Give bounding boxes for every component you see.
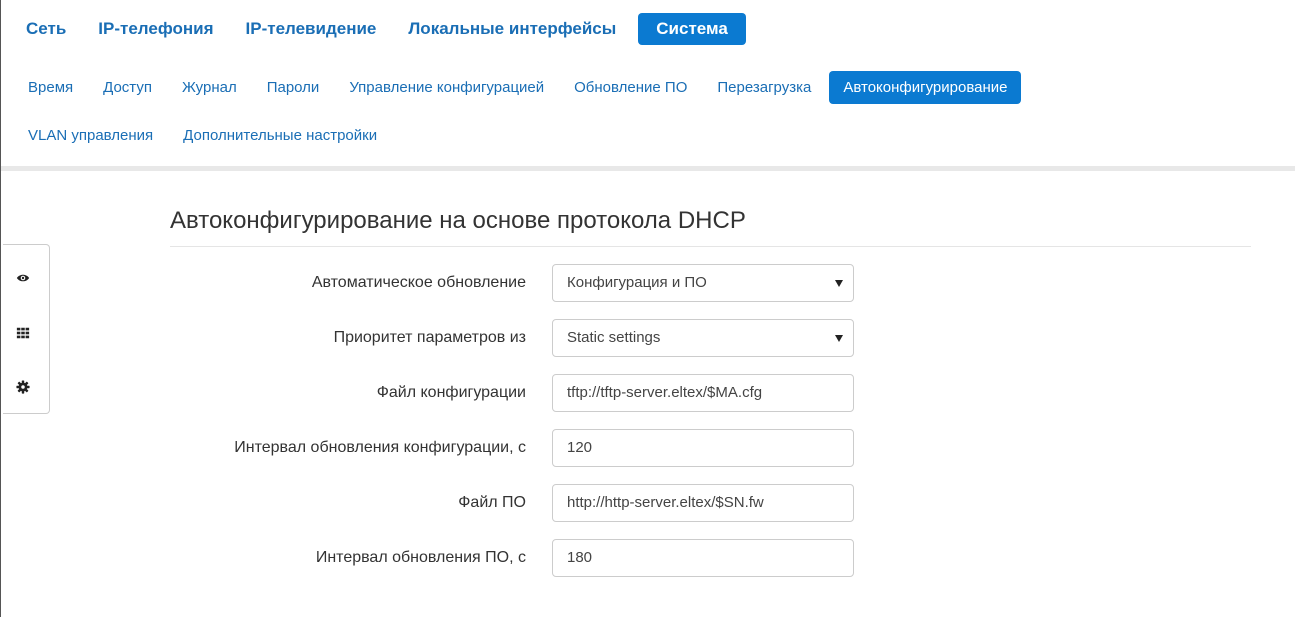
chevron-down-icon — [835, 335, 843, 342]
form-row-config-file: Файл конфигурации tftp://tftp-server.elt… — [0, 372, 860, 414]
form-row-fw-interval: Интервал обновления ПО, с 180 — [0, 537, 860, 579]
sub-nav-management-vlan[interactable]: VLAN управления — [16, 119, 165, 152]
top-nav: Сеть IP-телефония IP-телевидение Локальн… — [16, 10, 758, 48]
auto-update-value: Конфигурация и ПО — [567, 274, 707, 291]
chevron-down-icon — [835, 280, 843, 287]
sub-nav-time[interactable]: Время — [16, 71, 85, 104]
sub-nav-autoconfig[interactable]: Автоконфигурирование — [829, 71, 1022, 104]
page-left-border — [0, 0, 1, 617]
top-nav-local-interfaces[interactable]: Локальные интерфейсы — [398, 13, 626, 45]
fw-interval-label: Интервал обновления ПО, с — [315, 549, 526, 566]
auto-update-select[interactable]: Конфигурация и ПО — [552, 264, 854, 302]
section-title: Автоконфигурирование на основе протокола… — [170, 207, 746, 234]
sub-nav-reboot[interactable]: Перезагрузка — [705, 71, 823, 104]
top-nav-network[interactable]: Сеть — [16, 13, 76, 45]
sub-nav-row-1: Время Доступ Журнал Пароли Управление ко… — [16, 71, 1027, 104]
sub-nav-passwords[interactable]: Пароли — [255, 71, 332, 104]
sub-nav-log[interactable]: Журнал — [170, 71, 249, 104]
config-interval-label: Интервал обновления конфигурации, с — [234, 439, 526, 456]
top-nav-ip-telephony[interactable]: IP-телефония — [88, 13, 223, 45]
auto-update-label: Автоматическое обновление — [311, 274, 526, 291]
priority-value: Static settings — [567, 329, 661, 346]
sub-nav-access[interactable]: Доступ — [91, 71, 164, 104]
config-file-input[interactable]: tftp://tftp-server.eltex/$MA.cfg — [552, 374, 854, 412]
section-divider — [170, 246, 1251, 247]
sub-nav-row-2: VLAN управления Дополнительные настройки — [16, 119, 395, 152]
nav-divider — [1, 166, 1295, 171]
sub-nav-additional-settings[interactable]: Дополнительные настройки — [171, 119, 389, 152]
form-row-priority: Приоритет параметров из Static settings — [0, 317, 860, 359]
form-row-auto-update: Автоматическое обновление Конфигурация и… — [0, 262, 860, 304]
top-nav-ip-tv[interactable]: IP-телевидение — [236, 13, 387, 45]
sub-nav-firmware-update[interactable]: Обновление ПО — [562, 71, 699, 104]
sub-nav-config-management[interactable]: Управление конфигурацией — [337, 71, 556, 104]
priority-label: Приоритет параметров из — [333, 329, 526, 346]
priority-select[interactable]: Static settings — [552, 319, 854, 357]
top-nav-system[interactable]: Система — [638, 13, 746, 45]
fw-interval-input[interactable]: 180 — [552, 539, 854, 577]
form-row-config-interval: Интервал обновления конфигурации, с 120 — [0, 427, 860, 469]
config-file-label: Файл конфигурации — [376, 384, 526, 401]
form-row-fw-file: Файл ПО http://http-server.eltex/$SN.fw — [0, 482, 860, 524]
fw-file-input[interactable]: http://http-server.eltex/$SN.fw — [552, 484, 854, 522]
config-interval-input[interactable]: 120 — [552, 429, 854, 467]
fw-file-label: Файл ПО — [458, 494, 526, 511]
